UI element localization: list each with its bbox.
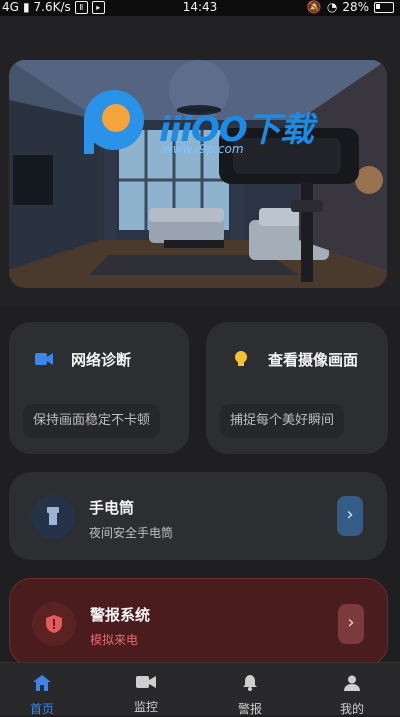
alarm-open-button[interactable]: › [338, 604, 364, 644]
watermark-logo-icon [84, 90, 144, 154]
battery-percent: 28% [342, 0, 369, 14]
hero-banner: iiiOO下载 www.i9p.com [9, 60, 387, 288]
view-camera-subtitle: 捕捉每个美好瞬间 [220, 404, 345, 438]
status-bar: 4G ▮ 7.6K/s Ⅱ ▸ 14:43 🔕 ◔ 28% [0, 0, 400, 16]
alarm-title: 警报系统 [90, 606, 151, 624]
user-icon [344, 675, 360, 691]
watermark: iiiOO下载 www.i9p.com [79, 90, 339, 170]
flashlight-subtitle: 夜间安全手电筒 [89, 526, 174, 540]
bell-icon [243, 675, 257, 691]
tab-mine[interactable]: 我的 [322, 675, 382, 717]
lightbulb-icon [235, 351, 247, 366]
video-camera-icon [35, 353, 53, 365]
network-diagnosis-card[interactable]: 网络诊断 保持画面稳定不卡顿 [9, 322, 189, 454]
tab-mine-label: 我的 [339, 702, 364, 716]
tab-alarm[interactable]: 警报 [220, 675, 280, 717]
tab-home[interactable]: 首页 [12, 675, 72, 717]
home-icon [33, 675, 51, 691]
network-diagnosis-title: 网络诊断 [71, 351, 132, 369]
alarm-subtitle: 模拟来电 [90, 633, 139, 647]
shield-icon [46, 615, 62, 633]
view-camera-title: 查看摄像画面 [268, 351, 359, 369]
video-icon [136, 676, 156, 688]
flashlight-title: 手电筒 [89, 499, 135, 517]
tab-monitor[interactable]: 监控 [116, 675, 176, 715]
tab-monitor-label: 监控 [133, 700, 158, 714]
watermark-url: www.i9p.com [163, 142, 244, 156]
chevron-right-icon: › [346, 504, 354, 525]
view-camera-card[interactable]: 查看摄像画面 捕捉每个美好瞬间 [206, 322, 388, 454]
wifi-icon: ◔ [326, 0, 338, 14]
silent-icon: 🔕 [306, 0, 322, 14]
chevron-right-icon: › [347, 612, 355, 633]
bottom-tab-bar: 首页 监控 警报 我的 [0, 662, 400, 717]
battery-icon [374, 1, 394, 13]
tab-home-label: 首页 [29, 702, 54, 716]
alarm-system-card[interactable]: 警报系统 模拟来电 › [9, 578, 388, 666]
flashlight-icon-container [31, 495, 75, 539]
tab-alarm-label: 警报 [237, 702, 262, 716]
flashlight-open-button[interactable]: › [337, 496, 363, 536]
alarm-icon-container [32, 602, 76, 646]
flashlight-icon [47, 507, 59, 525]
flashlight-card[interactable]: 手电筒 夜间安全手电筒 › [9, 472, 387, 560]
network-diagnosis-subtitle: 保持画面稳定不卡顿 [23, 404, 161, 438]
